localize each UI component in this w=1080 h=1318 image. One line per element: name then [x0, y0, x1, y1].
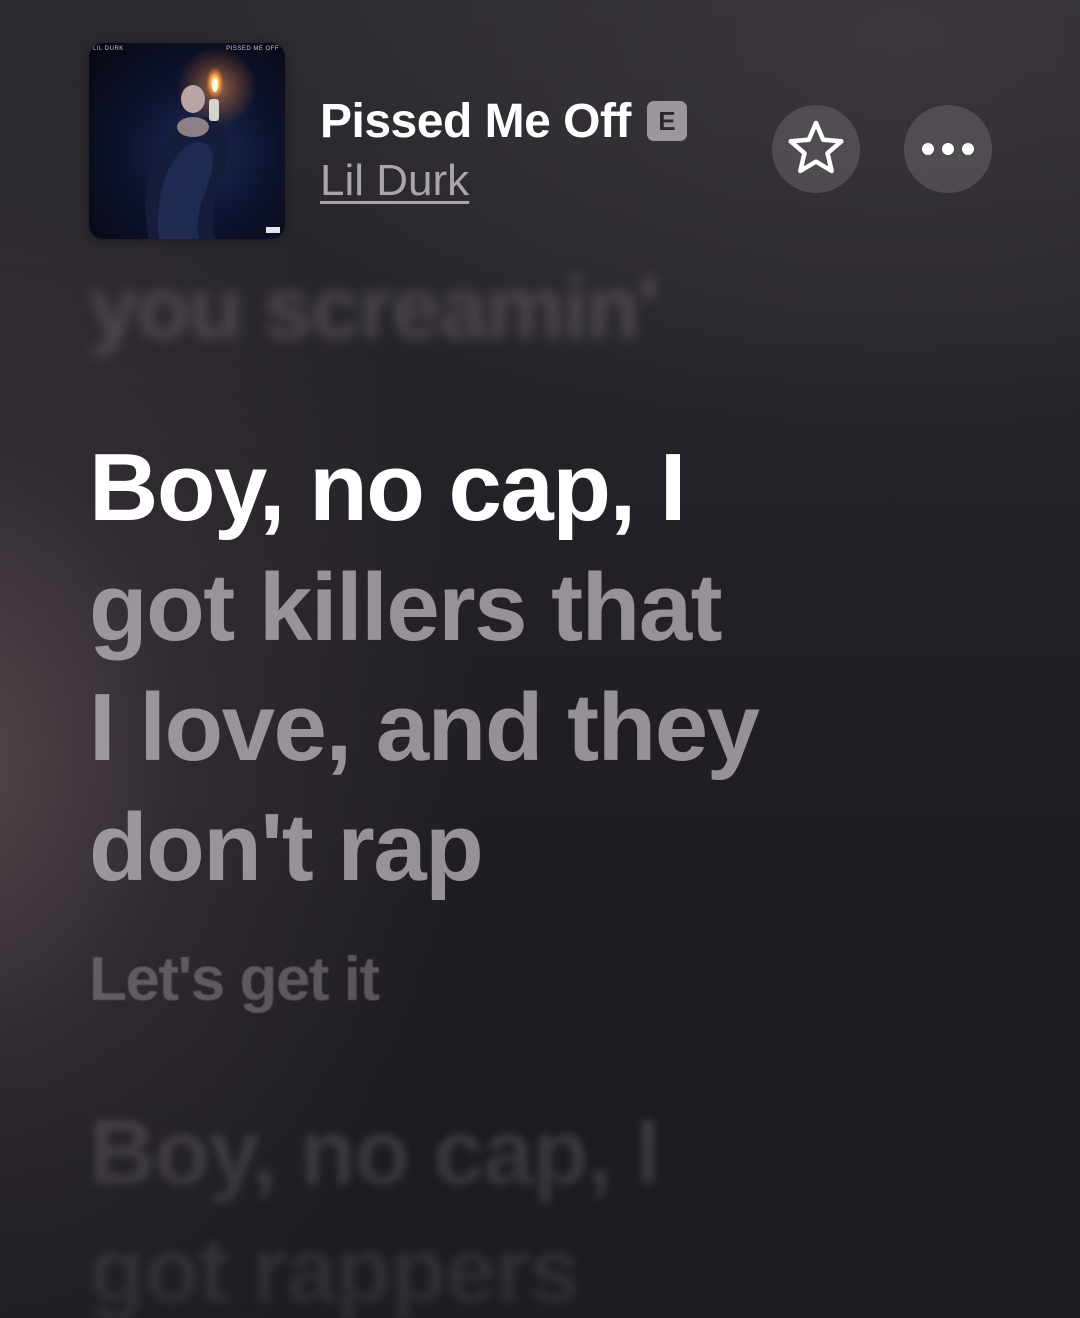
more-options-button[interactable]	[904, 105, 992, 193]
explicit-badge: E	[646, 101, 687, 141]
lyrics-screen: LIL DURK PISSED ME OFF Pissed Me Off E L…	[0, 0, 1080, 1318]
artwork-image	[145, 47, 257, 239]
lyric-following-2: got rappers	[89, 1220, 580, 1318]
track-title-row: Pissed Me Off E	[320, 92, 687, 150]
lyric-line-following[interactable]: Boy, no cap, I got rappers	[89, 1094, 661, 1318]
track-title[interactable]: Pissed Me Off	[320, 94, 631, 149]
lyric-active-sung: Boy, no cap, I	[89, 434, 686, 541]
album-artwork[interactable]: LIL DURK PISSED ME OFF	[89, 43, 285, 239]
artwork-title-text: PISSED ME OFF	[226, 46, 279, 52]
artwork-artist-text: LIL DURK	[93, 46, 124, 52]
favorite-button[interactable]	[772, 105, 860, 193]
artist-link[interactable]: Lil Durk	[320, 156, 469, 206]
lyric-line-next[interactable]: Let's get it	[89, 945, 380, 1015]
lyric-active-rest-2: I love, and they	[89, 674, 760, 781]
star-outline-icon	[788, 120, 844, 174]
lyric-line-previous[interactable]: you screamin'	[89, 262, 659, 354]
parental-advisory-badge	[266, 227, 280, 233]
ellipsis-icon	[922, 143, 974, 155]
lyric-line-active[interactable]: Boy, no cap, I got killers that I love, …	[89, 428, 760, 908]
lyric-following-1: Boy, no cap, I	[89, 1102, 661, 1204]
lyric-active-rest-1: got killers that	[89, 554, 723, 661]
lyric-active-rest-3: don't rap	[89, 794, 484, 901]
